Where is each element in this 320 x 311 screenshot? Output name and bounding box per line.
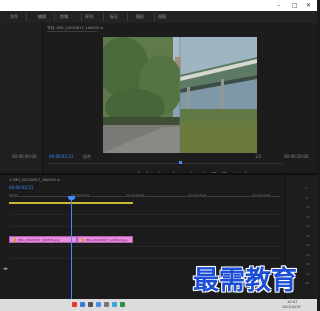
ruler-label: 00:00:20:00 [252, 193, 271, 197]
meter-tick-label: -6 [305, 195, 308, 200]
meter-tick-label: -48 [305, 262, 310, 266]
timeline-clip[interactable]: IMG_20220817_164503.jpg [9, 236, 77, 243]
track-divider [9, 246, 280, 247]
clock-time[interactable]: 10:47 [287, 300, 297, 304]
menu-item-clip[interactable]: 剪辑 [60, 14, 68, 20]
program-current-timecode[interactable]: 00:00:02:51 [49, 154, 73, 159]
ruler-label: 00:00:10:00 [126, 193, 145, 197]
meter-tick-label: -54 [305, 271, 310, 276]
meter-tick-label: -30 [305, 233, 310, 238]
clip-name: IMG_20220817_164512.jpg [86, 238, 128, 242]
timeline-timecode[interactable]: 00:00:02:51 [9, 185, 33, 190]
menu-divider [54, 13, 55, 21]
program-scrub-bar[interactable] [48, 163, 283, 164]
program-playhead[interactable] [179, 161, 182, 164]
track-expand-icon[interactable]: ◂▸ [3, 266, 8, 272]
menu-divider [26, 13, 27, 21]
timeline-clip[interactable]: IMG_20220817_164512.jpg [77, 236, 133, 243]
menu-item-marker[interactable]: 标记 [110, 14, 118, 20]
tab-underline [47, 31, 97, 32]
tray-icon[interactable] [88, 302, 93, 307]
track-divider [9, 226, 280, 227]
resolution-dropdown[interactable]: 1/2 [255, 154, 261, 159]
title-bar: – □ ✕ [0, 0, 317, 11]
program-video-frame [103, 37, 257, 153]
menu-divider [127, 13, 128, 21]
meter-tick-label: -12 [305, 205, 310, 209]
minimize-button[interactable]: – [277, 2, 280, 9]
meter-tick-label: -18 [305, 214, 310, 219]
fx-badge-icon [82, 238, 84, 242]
track-divider [9, 214, 280, 215]
timeline-ruler[interactable] [9, 196, 280, 197]
taskbar [0, 299, 317, 311]
meter-tick-label: -36 [305, 243, 310, 247]
meter-tick-label: -42 [305, 252, 310, 257]
timeline-tab[interactable]: × IMG_20220817_164503 ≡ [9, 178, 60, 182]
menu-item-graphics[interactable]: 图形 [136, 14, 144, 20]
track-divider [9, 258, 280, 259]
program-duration-timecode: 00:00:10:00 [284, 154, 309, 159]
close-button[interactable]: ✕ [306, 2, 311, 9]
tray-icon[interactable] [80, 302, 85, 307]
menu-item-edit[interactable]: 编辑 [38, 14, 46, 20]
app-icon[interactable] [72, 302, 77, 307]
clip-name: IMG_20220817_164503.jpg [18, 238, 60, 242]
menu-item-view[interactable]: 视图 [158, 14, 166, 20]
fx-badge-icon [14, 238, 16, 242]
timeline-playhead-line [71, 198, 72, 299]
clock-date[interactable]: 2021/10/19 [282, 305, 300, 309]
ruler-label: 00:00 [9, 193, 18, 197]
video-frame-image [103, 37, 257, 153]
menu-item-file[interactable]: 文件 [10, 14, 18, 20]
fit-dropdown[interactable]: 适合 [83, 154, 91, 160]
menu-bar: 文件 编辑 剪辑 序列 标记 图形 视图 [0, 11, 317, 23]
ruler-label: 00:00:15:00 [188, 193, 207, 197]
menu-divider [154, 13, 155, 21]
source-timecode: 00:00:00:00 [12, 154, 37, 159]
tray-icon[interactable] [96, 302, 101, 307]
meter-tick-label: 0 [305, 186, 307, 190]
tray-icon[interactable] [120, 302, 125, 307]
tray-icon[interactable] [112, 302, 117, 307]
meter-tick-label: dB [305, 281, 309, 285]
menu-divider [103, 13, 104, 21]
maximize-button[interactable]: □ [292, 2, 298, 9]
source-panel [0, 23, 43, 173]
menu-item-sequence[interactable]: 序列 [85, 14, 93, 20]
menu-divider [81, 13, 82, 21]
watermark-logo: 最需教育 [193, 266, 298, 296]
meter-tick-label: -24 [305, 224, 310, 228]
tray-icon[interactable] [104, 302, 109, 307]
